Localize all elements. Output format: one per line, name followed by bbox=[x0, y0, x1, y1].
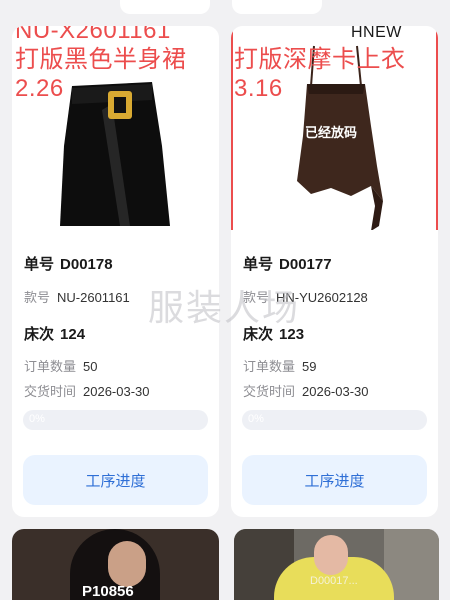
date-label: 交货时间 bbox=[24, 384, 77, 399]
progress-text: 0% bbox=[248, 413, 264, 425]
photo-caption-date: 2.26 bbox=[15, 75, 64, 102]
quantity-value: 59 bbox=[302, 359, 317, 374]
previous-card-edge bbox=[120, 0, 210, 14]
garment-photo[interactable]: NU-X2601161 打版黑色半身裙 2.26 bbox=[12, 26, 219, 230]
order-number: 单号 D00178 bbox=[24, 253, 113, 274]
style-label: 款号 bbox=[24, 290, 51, 305]
photo-caption-code: D00017... bbox=[310, 575, 358, 587]
photo-stamp: 已经放码 bbox=[305, 125, 358, 140]
top-strip bbox=[0, 0, 450, 18]
style-number: 款号 HN-YU2602128 bbox=[243, 287, 368, 306]
order-card-partial[interactable]: P10856 bbox=[12, 529, 219, 600]
quantity-label: 订单数量 bbox=[24, 359, 77, 374]
order-quantity: 订单数量 50 bbox=[24, 356, 97, 375]
order-card[interactable]: HNEW 打版深摩卡上衣 3.16 已经放码 单号 D00177 款号 HN-YU2… bbox=[231, 26, 438, 517]
previous-card-edge bbox=[232, 0, 322, 14]
style-number: 款号 NU-2601161 bbox=[24, 287, 130, 306]
order-card[interactable]: NU-X2601161 打版黑色半身裙 2.26 单号 D00178 款号 NU-2… bbox=[12, 26, 219, 517]
bed-label: 床次 bbox=[243, 326, 274, 343]
quantity-value: 50 bbox=[83, 359, 98, 374]
order-label: 单号 bbox=[24, 256, 55, 273]
date-value: 2026-03-30 bbox=[302, 384, 369, 399]
process-progress-button[interactable]: 工序进度 bbox=[242, 455, 427, 505]
progress-bar: 0% bbox=[23, 410, 208, 430]
order-card-partial[interactable]: D00017... bbox=[234, 529, 439, 600]
photo-caption-code: P10856 bbox=[82, 583, 134, 600]
photo-caption-date: 3.16 bbox=[234, 75, 283, 102]
model-face bbox=[314, 535, 348, 575]
process-progress-button[interactable]: 工序进度 bbox=[23, 455, 208, 505]
bed-number: 床次 123 bbox=[243, 323, 304, 344]
photo-caption-code: NU-X2601161 bbox=[15, 26, 171, 44]
delivery-date: 交货时间 2026-03-30 bbox=[24, 381, 150, 400]
bed-label: 床次 bbox=[24, 326, 55, 343]
garment-photo[interactable]: HNEW 打版深摩卡上衣 3.16 已经放码 bbox=[231, 26, 438, 230]
photo-caption-title: 打版黑色半身裙 bbox=[15, 46, 187, 73]
bed-value: 123 bbox=[279, 326, 305, 343]
order-label: 单号 bbox=[243, 256, 274, 273]
style-value: HN-YU2602128 bbox=[276, 290, 368, 305]
bed-number: 床次 124 bbox=[24, 323, 85, 344]
photo-caption-title: 打版深摩卡上衣 bbox=[234, 46, 406, 73]
style-label: 款号 bbox=[243, 290, 270, 305]
photo-border-line bbox=[436, 26, 438, 230]
order-value: D00178 bbox=[60, 256, 113, 273]
order-value: D00177 bbox=[279, 256, 332, 273]
order-number: 单号 D00177 bbox=[243, 253, 332, 274]
bed-value: 124 bbox=[60, 326, 86, 343]
order-quantity: 订单数量 59 bbox=[243, 356, 316, 375]
date-value: 2026-03-30 bbox=[83, 384, 150, 399]
quantity-label: 订单数量 bbox=[243, 359, 296, 374]
style-value: NU-2601161 bbox=[57, 290, 130, 305]
model-face bbox=[108, 541, 146, 587]
progress-bar: 0% bbox=[242, 410, 427, 430]
progress-text: 0% bbox=[29, 413, 45, 425]
photo-border-line bbox=[231, 26, 233, 230]
delivery-date: 交货时间 2026-03-30 bbox=[243, 381, 369, 400]
date-label: 交货时间 bbox=[243, 384, 296, 399]
